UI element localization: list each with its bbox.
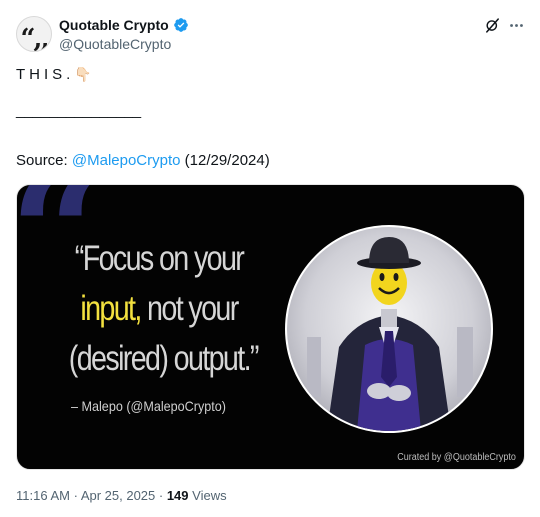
quote-attribution: – Malepo (@MalepoCrypto) [71, 398, 226, 414]
quote-highlight: input, [80, 289, 142, 328]
source-date: (12/29/2024) [180, 152, 270, 169]
tweet-rule: _______________ [16, 102, 142, 119]
source-mention-link[interactable]: @MalepoCrypto [72, 152, 181, 169]
suited-smiley-figure [307, 237, 473, 431]
verified-badge-icon [173, 18, 188, 32]
quote-line-3: (desired) output.” [68, 339, 260, 378]
author-handle[interactable]: @QuotableCrypto [59, 36, 171, 52]
author-display-name[interactable]: Quotable Crypto [59, 17, 169, 33]
author-name-row[interactable]: Quotable Crypto [59, 17, 189, 33]
avatar-glyph: “,, [20, 24, 49, 52]
quote-line-2-rest: not your [140, 289, 239, 328]
tweet-metadata: 11:16 AM · Apr 25, 2025 · 149 Views [16, 488, 227, 503]
tweet-time[interactable]: 11:16 AM [16, 488, 70, 503]
pointing-down-emoji: 👇🏻 [74, 66, 92, 82]
views-count[interactable]: 149 [167, 488, 189, 503]
portrait-illustration [285, 225, 493, 433]
avatar[interactable]: “,, [16, 16, 52, 52]
tweet-media-image[interactable]: “ “Focus on your input, not your (desire… [16, 184, 525, 470]
curated-by-credit: Curated by @QuotableCrypto [397, 452, 516, 463]
grok-icon[interactable] [484, 17, 501, 34]
meta-separator: · [69, 488, 81, 503]
tweet-date[interactable]: Apr 25, 2025 [81, 488, 155, 503]
quote-line-2: input, not your [69, 289, 249, 329]
more-icon[interactable] [508, 17, 525, 34]
tweet-source-line: Source: @MalepoCrypto (12/29/2024) [16, 152, 270, 169]
source-label: Source: [16, 152, 72, 169]
tweet-text-line1: THIS.👇🏻 [16, 66, 92, 83]
quote-line-1: “Focus on your [74, 239, 245, 278]
views-label[interactable]: Views [189, 488, 226, 503]
tweet-this: THIS. [16, 66, 75, 83]
meta-separator: · [155, 488, 167, 503]
